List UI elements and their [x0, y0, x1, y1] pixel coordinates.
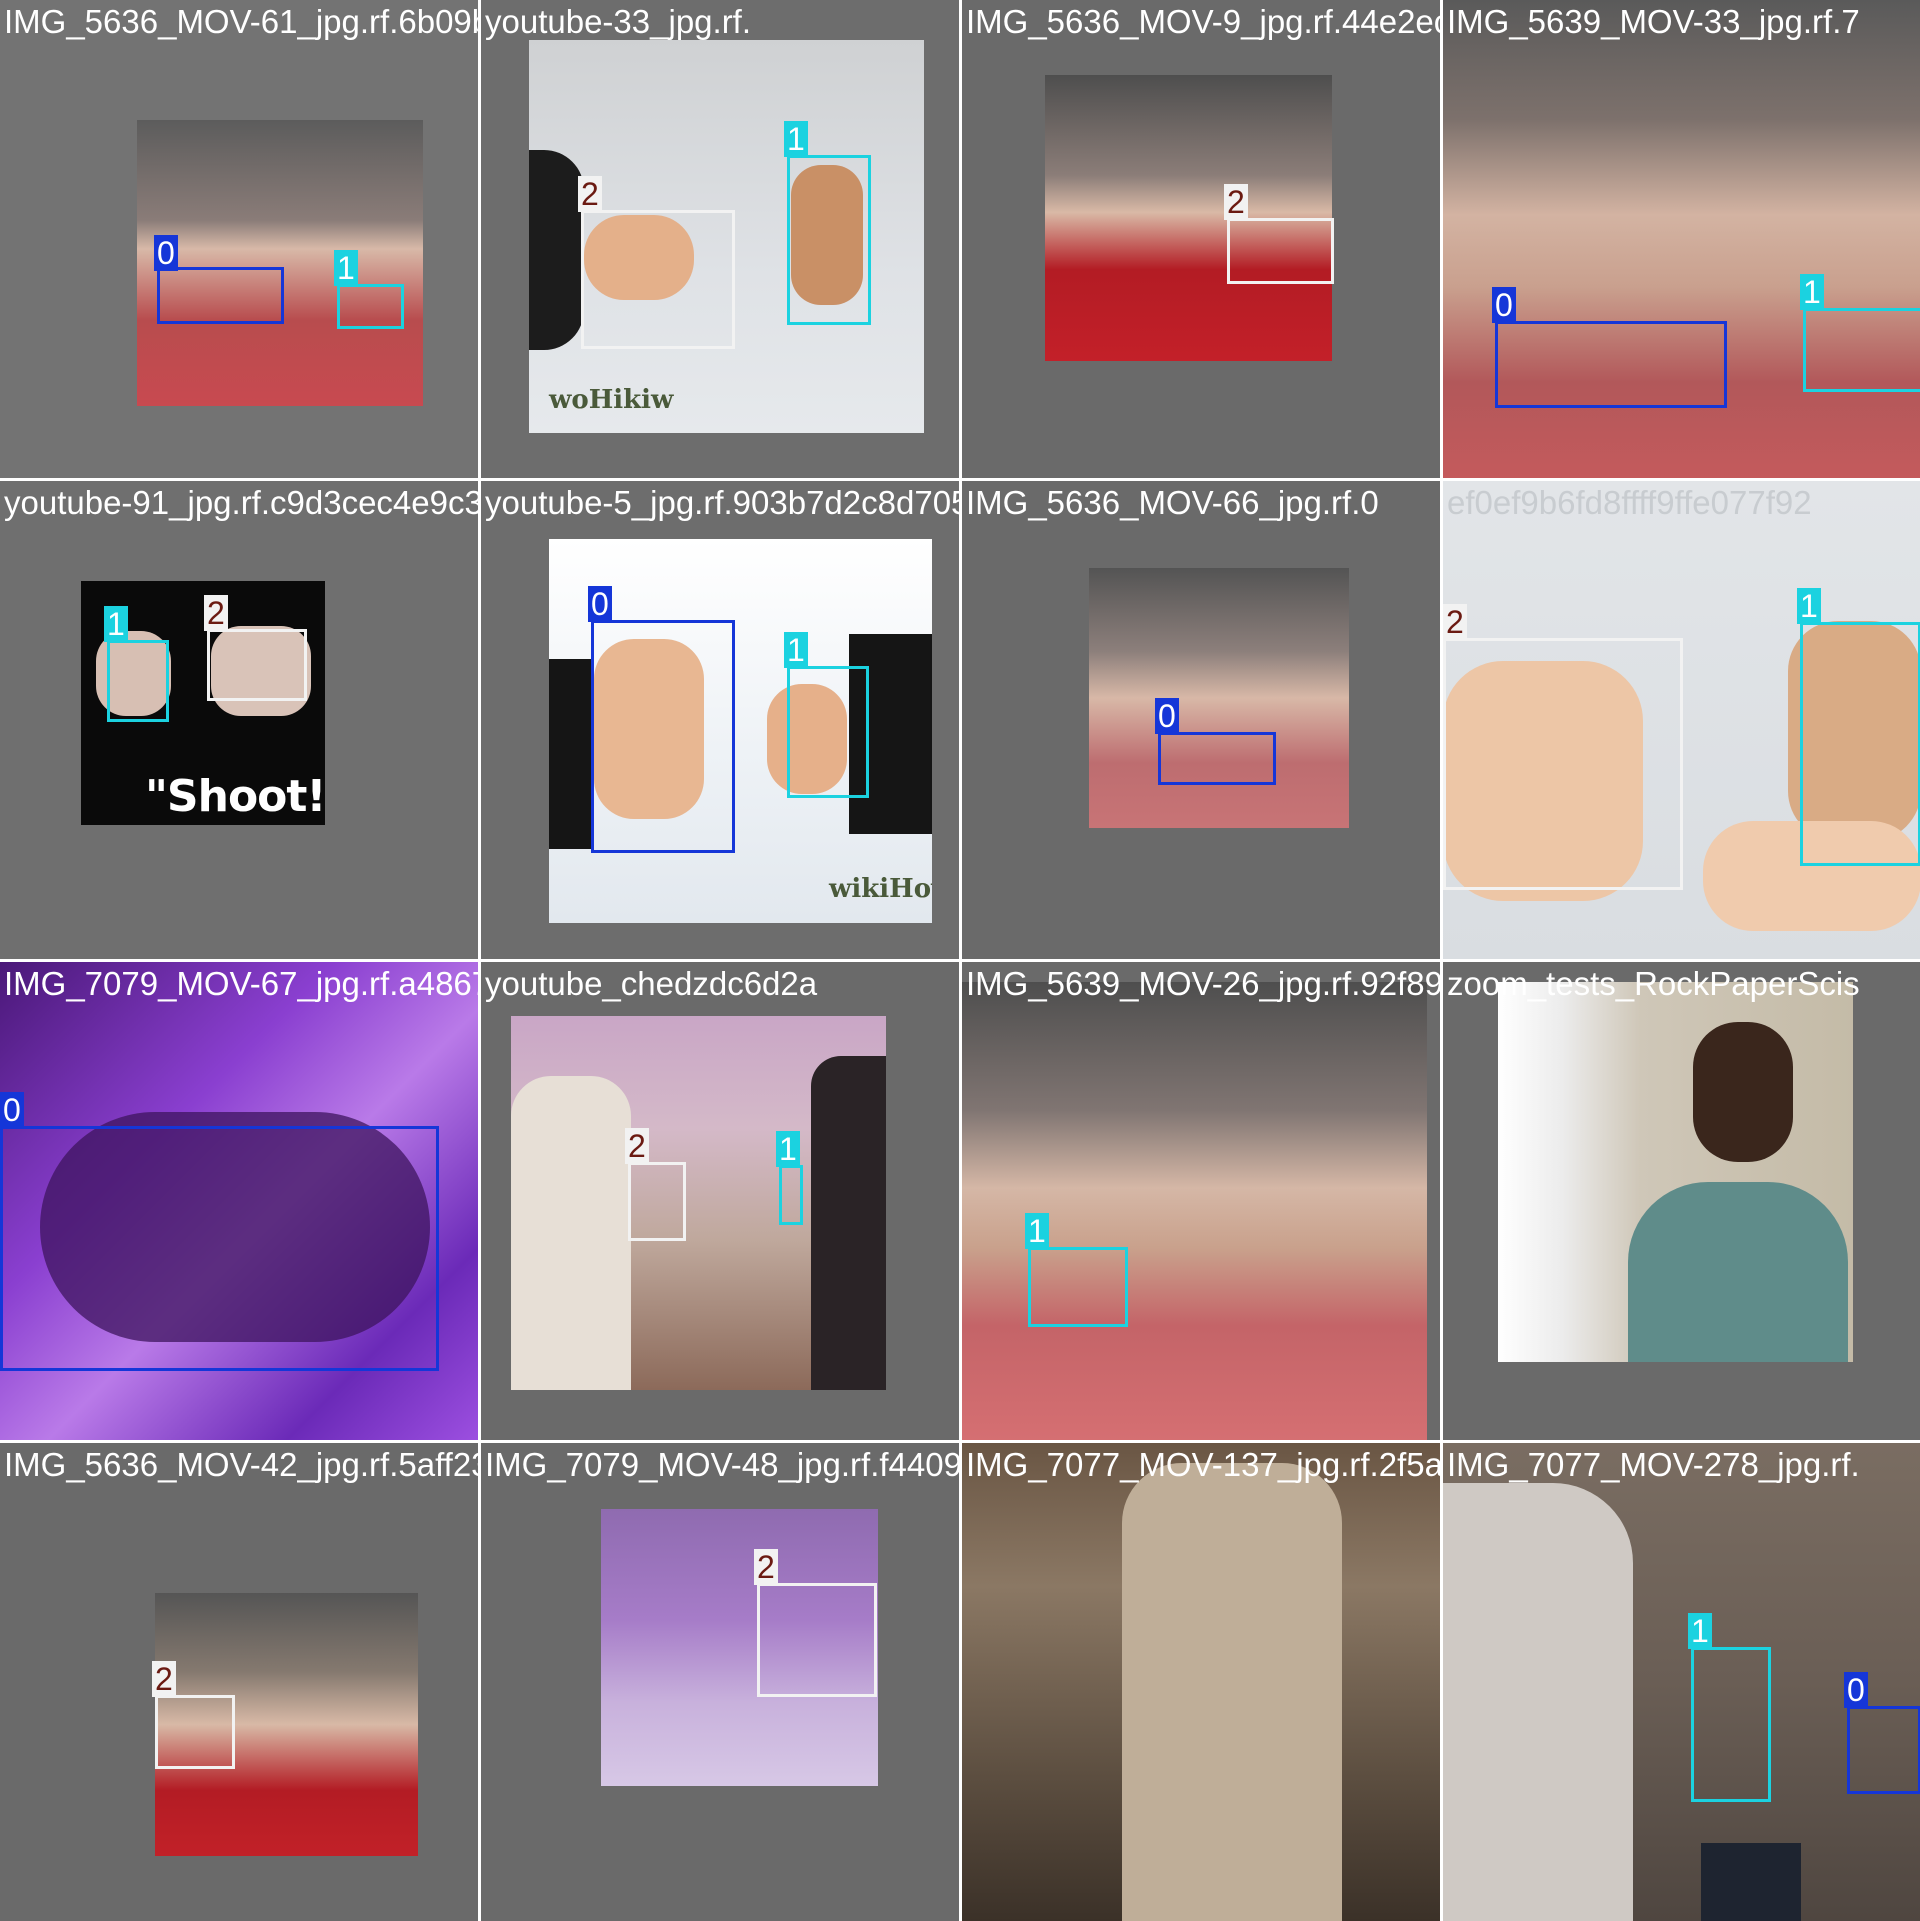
- image-filename: IMG_5639_MOV-26_jpg.rf.92f8997bb183: [966, 965, 1440, 1002]
- mosaic-grid: 0 1 IMG_5636_MOV-61_jpg.rf.6b09b1f3539c3…: [0, 0, 1920, 1921]
- person: [1122, 1463, 1342, 1921]
- tile: 1 IMG_5639_MOV-26_jpg.rf.92f8997bb183: [962, 962, 1440, 1440]
- bounding-box: [1803, 308, 1920, 392]
- bounding-box: [1443, 638, 1683, 890]
- tile: 1 0 IMG_7077_MOV-278_jpg.rf.: [1443, 1443, 1920, 1921]
- bounding-box: [207, 629, 307, 701]
- image-filename: IMG_5639_MOV-33_jpg.rf.7: [1447, 3, 1860, 40]
- image-filename: IMG_5636_MOV-61_jpg.rf.6b09b1f3539c38c38…: [4, 3, 478, 40]
- box-label: 0: [154, 235, 178, 271]
- bounding-box: [787, 666, 869, 798]
- tile: 0 IMG_5636_MOV-66_jpg.rf.0: [962, 481, 1440, 959]
- bounding-box: [1495, 321, 1727, 408]
- image-filename: zoom_tests_RockPaperScis: [1447, 965, 1860, 1002]
- sleeve: [529, 150, 584, 350]
- bounding-box: [0, 1126, 439, 1371]
- image-filename: IMG_7079_MOV-67_jpg.rf.a4867368a6c21672a…: [4, 965, 478, 1002]
- bounding-box: [1028, 1247, 1128, 1327]
- person: [1443, 1483, 1633, 1921]
- box-label: 1: [776, 1131, 800, 1167]
- photo: [137, 120, 423, 406]
- tile: zoom_tests_RockPaperScis: [1443, 962, 1920, 1440]
- box-label: 1: [784, 632, 808, 668]
- tile: "Shoot!" 1 2 youtube-91_jpg.rf.c9d3cec4e…: [0, 481, 478, 959]
- tile: wikiHow 0 1 youtube-5_jpg.rf.903b7d2c8d7…: [481, 481, 959, 959]
- box-label: 2: [204, 595, 228, 631]
- photo: [962, 1443, 1440, 1921]
- box-label: 0: [588, 586, 612, 622]
- bounding-box: [1158, 732, 1276, 785]
- image-filename: IMG_7079_MOV-48_jpg.rf.f4409707727c6c: [485, 1446, 959, 1483]
- photo: [1089, 568, 1349, 828]
- box-label: 0: [1155, 698, 1179, 734]
- tile: 2 1 ef0ef9b6fd8ffff9ffe077f92: [1443, 481, 1920, 959]
- bounding-box: [1227, 218, 1334, 284]
- bounding-box: [757, 1583, 877, 1697]
- photo: [1498, 982, 1853, 1362]
- box-label: 2: [754, 1549, 778, 1585]
- box-label: 1: [334, 250, 358, 286]
- bounding-box: [157, 267, 284, 324]
- image-filename: youtube-33_jpg.rf.: [485, 3, 752, 40]
- bounding-box: [1847, 1706, 1920, 1794]
- bounding-box: [1800, 622, 1920, 866]
- box-label: 2: [152, 1661, 176, 1697]
- box-label: 2: [1443, 604, 1467, 640]
- box-label: 2: [625, 1128, 649, 1164]
- box-label: 1: [104, 606, 128, 642]
- photo: [511, 1016, 886, 1390]
- bounding-box: [787, 155, 871, 325]
- face: [1693, 1022, 1793, 1162]
- watermark: woHikiw: [549, 385, 674, 415]
- person: [1628, 1182, 1848, 1362]
- person: [511, 1076, 631, 1390]
- box-label: 1: [1025, 1213, 1049, 1249]
- image-filename: IMG_7077_MOV-278_jpg.rf.: [1447, 1446, 1860, 1483]
- box-label: 1: [784, 121, 808, 157]
- sleeve: [549, 659, 594, 849]
- person: [811, 1056, 886, 1390]
- bounding-box: [628, 1162, 686, 1241]
- bounding-box: [581, 210, 735, 349]
- photo: [962, 982, 1427, 1440]
- bounding-box: [337, 284, 404, 329]
- tile: 2 1 youtube_chedzdc6d2a: [481, 962, 959, 1440]
- image-filename: ef0ef9b6fd8ffff9ffe077f92: [1447, 484, 1812, 521]
- bounding-box: [1691, 1647, 1771, 1802]
- image-filename: IMG_5636_MOV-42_jpg.rf.5aff23da7be37024d…: [4, 1446, 478, 1483]
- tile: 2 IMG_7079_MOV-48_jpg.rf.f4409707727c6c: [481, 1443, 959, 1921]
- tile: 0 1 IMG_5639_MOV-33_jpg.rf.7: [1443, 0, 1920, 478]
- tile: woHikiw 2 1 youtube-33_jpg.rf.: [481, 0, 959, 478]
- box-label: 1: [1797, 588, 1821, 624]
- image-filename: IMG_7077_MOV-137_jpg.rf.2f5a97b7e5213490: [966, 1446, 1440, 1483]
- image-filename: youtube-5_jpg.rf.903b7d2c8d7058427f2f22: [485, 484, 959, 521]
- bounding-box: [591, 620, 735, 853]
- box-label: 0: [0, 1092, 24, 1128]
- box-label: 0: [1844, 1672, 1868, 1708]
- bounding-box: [779, 1165, 803, 1225]
- bounding-box: [107, 640, 169, 722]
- caption-text: "Shoot!": [145, 771, 325, 822]
- box-label: 2: [578, 176, 602, 212]
- watermark: wikiHow: [829, 874, 932, 904]
- image-filename: IMG_5636_MOV-9_jpg.rf.44e2ec8c39c94fe3: [966, 3, 1440, 40]
- tile: 0 IMG_7079_MOV-67_jpg.rf.a4867368a6c2167…: [0, 962, 478, 1440]
- bounding-box: [155, 1695, 235, 1769]
- box-label: 2: [1224, 184, 1248, 220]
- box-label: 1: [1688, 1613, 1712, 1649]
- box-label: 0: [1492, 287, 1516, 323]
- tile: 2 IMG_5636_MOV-42_jpg.rf.5aff23da7be3702…: [0, 1443, 478, 1921]
- tile: 0 1 IMG_5636_MOV-61_jpg.rf.6b09b1f3539c3…: [0, 0, 478, 478]
- tile: IMG_7077_MOV-137_jpg.rf.2f5a97b7e5213490: [962, 1443, 1440, 1921]
- image-filename: youtube_chedzdc6d2a: [485, 965, 818, 1002]
- tv: [1701, 1843, 1801, 1921]
- tile: 2 IMG_5636_MOV-9_jpg.rf.44e2ec8c39c94fe3: [962, 0, 1440, 478]
- image-filename: youtube-91_jpg.rf.c9d3cec4e9c35bf855bb53: [4, 484, 478, 521]
- box-label: 1: [1800, 274, 1824, 310]
- image-filename: IMG_5636_MOV-66_jpg.rf.0: [966, 484, 1379, 521]
